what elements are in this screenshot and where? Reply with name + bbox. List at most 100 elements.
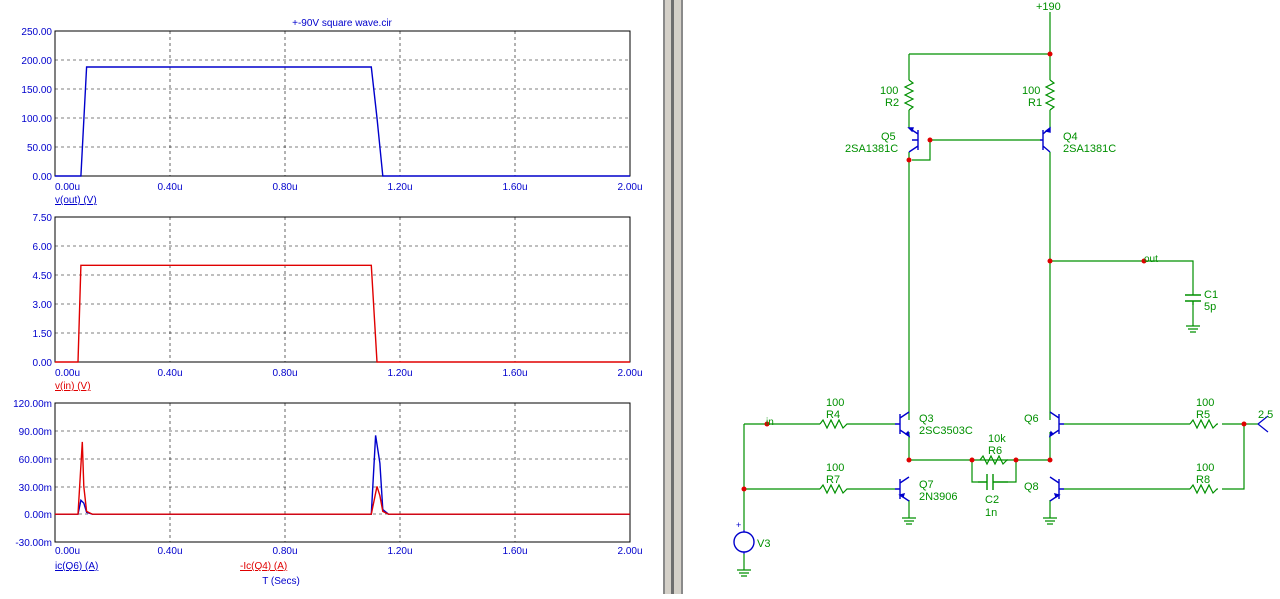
x-tick-label: 0.40u <box>157 368 182 379</box>
y-tick-label: 3.00 <box>33 300 53 311</box>
legend-entry[interactable]: v(in) (V) <box>55 381 91 392</box>
resistors <box>819 79 1218 495</box>
x-tick-label: 0.00u <box>55 182 80 193</box>
label-q7-type: 2N3906 <box>919 491 958 503</box>
y-tick-label: 150.00 <box>21 85 52 96</box>
label-r1-value: 100 <box>1022 85 1040 97</box>
x-tick-label: 1.20u <box>387 368 412 379</box>
label-r4-value: 100 <box>826 397 844 409</box>
x-tick-label: 0.80u <box>272 182 297 193</box>
label-in: in <box>766 417 774 428</box>
transistor-q7 <box>895 476 910 502</box>
x-tick-label: 1.20u <box>387 182 412 193</box>
resistor-r4 <box>819 418 848 430</box>
label-r7: R7 <box>826 474 840 486</box>
plot-panel-2[interactable]: 7.50 6.00 4.50 3.00 1.50 0.000.00u 0.40u 0.80u 1… <box>33 213 643 392</box>
y-tick-label: 1.50 <box>33 329 53 340</box>
y-tick-label: 60.00m <box>19 455 52 466</box>
label-v3: V3 <box>757 538 770 550</box>
y-tick-label: 50.00 <box>27 143 52 154</box>
y-tick-label: -30.00m <box>15 538 52 549</box>
x-tick-label: 0.40u <box>157 546 182 557</box>
transistor-q5 <box>907 127 919 153</box>
label-out: out <box>1144 254 1158 265</box>
label-r1: R1 <box>1028 97 1042 109</box>
capacitors <box>978 294 1201 490</box>
wires <box>743 12 1258 570</box>
plot-frame <box>54 402 631 543</box>
label-q4-type: 2SA1381C <box>1063 143 1116 155</box>
capacitor-c2 <box>978 474 1008 490</box>
x-tick-label: 0.00u <box>55 368 80 379</box>
y-tick-label: 0.00 <box>33 358 53 369</box>
svg-text:+: + <box>736 520 741 530</box>
transistor-q6 <box>1048 411 1064 438</box>
label-c1-value: 5p <box>1204 301 1216 313</box>
x-tick-label: 1.60u <box>502 368 527 379</box>
resistor-r1 <box>1044 79 1056 111</box>
label-c2: C2 <box>985 494 999 506</box>
label-q8: Q8 <box>1024 481 1039 493</box>
y-tick-label: 100.00 <box>21 114 52 125</box>
label-r8-value: 100 <box>1196 462 1214 474</box>
plot-title: +-90V square wave.cir <box>292 18 392 29</box>
plot-frame <box>54 216 631 363</box>
label-q4: Q4 <box>1063 131 1078 143</box>
capacitor-c1 <box>1185 294 1201 305</box>
legend-entry[interactable]: v(out) (V) <box>55 195 97 206</box>
y-tick-label: 250.00 <box>21 27 52 38</box>
x-tick-label: 1.60u <box>502 546 527 557</box>
label-q3-type: 2SC3503C <box>919 425 973 437</box>
schematic-pane[interactable]: + +190 100 R2 100 R1 Q5 2SA1381C Q4 2SA1… <box>683 0 1280 594</box>
waveform-plot-pane[interactable]: +-90V square wave.cir 250.00 200.00 150.00… <box>0 0 663 594</box>
waveform-plot: +-90V square wave.cir 250.00 200.00 150.00… <box>13 18 643 587</box>
y-tick-label: 0.00m <box>24 510 52 521</box>
label-r4: R4 <box>826 409 840 421</box>
x-tick-label: 0.00u <box>55 546 80 557</box>
splitter-bar[interactable] <box>663 0 683 594</box>
x-tick-label: 2.00u <box>617 368 642 379</box>
legend-entry[interactable]: -Ic(Q4) (A) <box>240 561 287 572</box>
y-tick-label: 0.00 <box>33 172 53 183</box>
resistor-r7 <box>819 483 848 495</box>
plot-panel-3[interactable]: 120.00m 90.00m 60.00m 30.00m 0.00m -30.00m0.0… <box>13 399 642 572</box>
plot-panel-1[interactable]: 250.00 200.00 150.00 100.00 50.00 0.000.00u 0.… <box>21 27 642 206</box>
label-r6: R6 <box>988 445 1002 457</box>
label-q6: Q6 <box>1024 413 1039 425</box>
label-q7: Q7 <box>919 479 934 491</box>
transistor-q4 <box>1040 126 1051 153</box>
label-r7-value: 100 <box>826 462 844 474</box>
label-vplus: +190 <box>1036 1 1061 13</box>
y-tick-label: 6.00 <box>33 242 53 253</box>
plot-frame <box>54 30 631 177</box>
label-q3: Q3 <box>919 413 934 425</box>
x-axis-label: T (Secs) <box>262 576 300 587</box>
label-c1: C1 <box>1204 289 1218 301</box>
y-tick-label: 7.50 <box>33 213 53 224</box>
resistor-r8 <box>1189 483 1218 495</box>
transistor-q3 <box>895 411 911 438</box>
label-q5-type: 2SA1381C <box>845 143 898 155</box>
transistor-q8 <box>1049 476 1064 502</box>
x-tick-label: 2.00u <box>617 182 642 193</box>
component-labels: +190 100 R2 100 R1 Q5 2SA1381C Q4 2SA138… <box>757 1 1273 550</box>
x-tick-label: 0.40u <box>157 182 182 193</box>
x-tick-label: 2.00u <box>617 546 642 557</box>
label-r2: R2 <box>885 97 899 109</box>
y-tick-label: 200.00 <box>21 56 52 67</box>
y-tick-label: 30.00m <box>19 483 52 494</box>
x-tick-label: 0.80u <box>272 368 297 379</box>
x-tick-label: 0.80u <box>272 546 297 557</box>
resistor-r5 <box>1189 418 1218 430</box>
y-tick-label: 90.00m <box>19 427 52 438</box>
label-r6-value: 10k <box>988 433 1006 445</box>
label-r5: R5 <box>1196 409 1210 421</box>
label-r8: R8 <box>1196 474 1210 486</box>
y-tick-label: 4.50 <box>33 271 53 282</box>
x-tick-label: 1.20u <box>387 546 412 557</box>
grounds <box>737 325 1200 577</box>
transistors <box>895 126 1064 502</box>
label-r2-value: 100 <box>880 85 898 97</box>
label-q5: Q5 <box>881 131 896 143</box>
legend-entry[interactable]: ic(Q6) (A) <box>55 561 98 572</box>
